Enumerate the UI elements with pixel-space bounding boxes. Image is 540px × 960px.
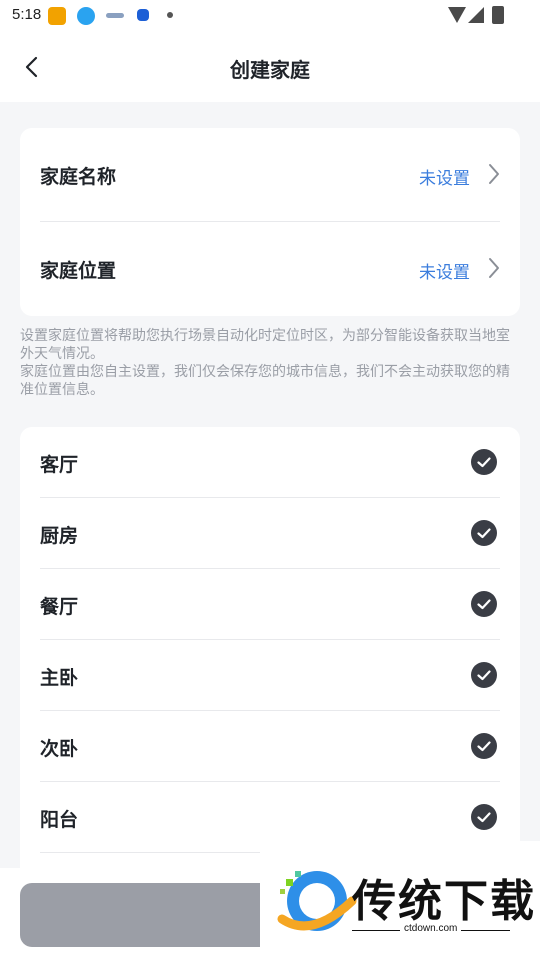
chevron-right-icon (489, 258, 499, 278)
notification-app-icon (137, 9, 149, 21)
checkmark-icon[interactable] (471, 591, 497, 617)
room-row-master-bedroom[interactable]: 主卧 (20, 640, 520, 711)
nav-bar: 创建家庭 (0, 32, 540, 102)
wifi-icon (448, 7, 466, 23)
room-label: 客厅 (40, 454, 79, 476)
status-time: 5:18 (12, 6, 42, 23)
checkmark-icon[interactable] (471, 804, 497, 830)
chevron-right-icon (489, 164, 499, 184)
room-row-dining-room[interactable]: 餐厅 (20, 569, 520, 640)
family-location-row[interactable]: 家庭位置 未设置 (20, 222, 520, 316)
family-location-label: 家庭位置 (40, 260, 117, 282)
more-notifications-icon (167, 12, 173, 18)
watermark-logo-icon (277, 871, 357, 931)
hint-line-1: 设置家庭位置将帮助您执行场景自动化时定位时区，为部分智能设备获取当地室外天气情况… (20, 328, 510, 362)
room-row-living-room[interactable]: 客厅 (20, 427, 520, 498)
checkmark-icon[interactable] (471, 733, 497, 759)
hint-line-2: 家庭位置由您自主设置，我们仅会保存您的城市信息，我们不会主动获取您的精准位置信息… (20, 364, 510, 398)
page-title: 创建家庭 (230, 58, 310, 82)
family-name-label: 家庭名称 (40, 166, 117, 188)
status-bar: 5:18 (0, 0, 540, 32)
location-hint: 设置家庭位置将帮助您执行场景自动化时定位时区，为部分智能设备获取当地室外天气情况… (20, 327, 520, 399)
room-label: 次卧 (40, 738, 79, 760)
family-name-value: 未设置 (419, 169, 470, 189)
signal-icon (468, 7, 484, 23)
room-label: 阳台 (40, 809, 79, 831)
room-row-second-bedroom[interactable]: 次卧 (20, 711, 520, 782)
family-info-card: 家庭名称 未设置 家庭位置 未设置 (20, 128, 520, 316)
family-name-row[interactable]: 家庭名称 未设置 (20, 128, 520, 222)
notification-app-icon (48, 7, 66, 25)
watermark: 传统下载 ctdown.com (260, 841, 540, 960)
watermark-url: ctdown.com (400, 923, 462, 934)
rooms-card: 客厅 厨房 餐厅 主卧 次卧 阳台 (20, 427, 520, 887)
checkmark-icon[interactable] (471, 662, 497, 688)
download-icon (77, 7, 95, 25)
family-location-value: 未设置 (419, 263, 470, 283)
notification-app-icon (106, 13, 124, 18)
checkmark-icon[interactable] (471, 520, 497, 546)
room-label: 厨房 (40, 525, 79, 547)
room-row-kitchen[interactable]: 厨房 (20, 498, 520, 569)
checkmark-icon[interactable] (471, 449, 497, 475)
room-label: 餐厅 (40, 596, 79, 618)
battery-icon (492, 6, 504, 24)
room-label: 主卧 (40, 667, 79, 689)
watermark-name: 传统下载 (352, 876, 536, 927)
